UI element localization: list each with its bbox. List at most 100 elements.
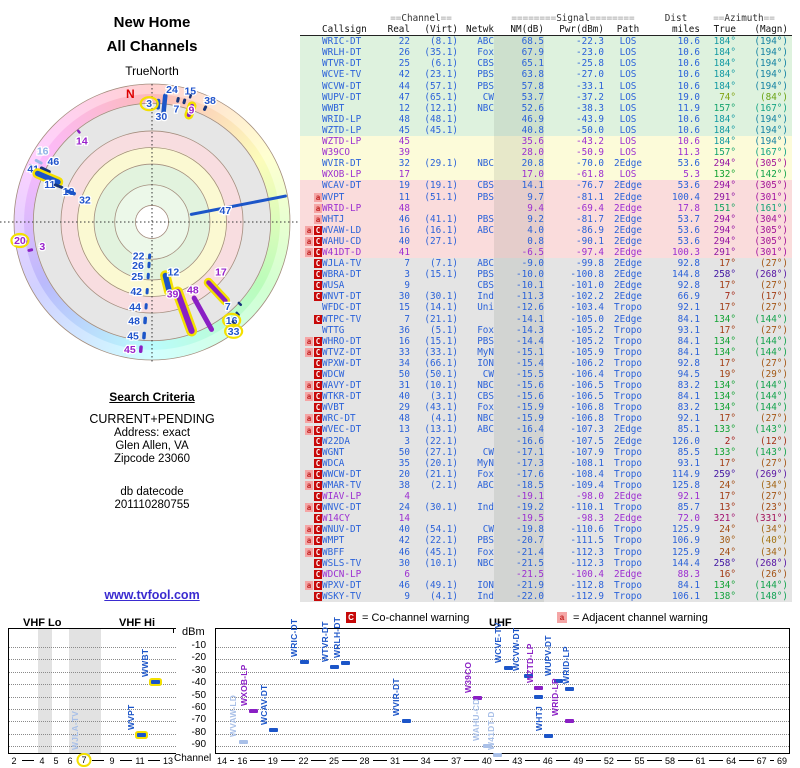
callsign: WBFF: [322, 546, 345, 558]
gridline: [9, 721, 176, 723]
table-row: a C WBFF 46 (45.1) Fox -21.4 -112.3 Tropo 125.9 24…: [300, 546, 792, 558]
channel-axis-label: Channel: [174, 753, 212, 764]
callsign: WRLH-DT: [322, 47, 362, 59]
co-channel-marker: C: [314, 225, 322, 235]
table-row: C WPXW-DT 34 (66.1) ION -15.4 -106.2 Tropo 92.8 1…: [300, 357, 792, 369]
co-channel-marker: C: [314, 270, 322, 280]
adjacent-channel-marker: a: [305, 225, 313, 235]
bar-callsign-label: WRID-LP: [561, 646, 572, 684]
callsign: WTVR-DT: [322, 58, 362, 70]
channel-tick-label: 4: [39, 756, 45, 766]
callsign: WFDC-DT: [322, 302, 362, 314]
adjacent-channel-marker: a: [305, 503, 313, 513]
table-row: WXOB-LP 17 17.0 -61.8 LOS 5.3 132° (142°): [300, 169, 792, 181]
callsign: WCVW-DT: [322, 80, 362, 92]
callsign: WPXV-DT: [322, 579, 362, 591]
gridline: [9, 671, 176, 673]
bracket-stub: [173, 628, 174, 633]
callsign: WNVC-DT: [322, 502, 362, 514]
search-criteria-heading: Search Criteria: [109, 390, 195, 404]
channel-tick-label: 2: [11, 756, 17, 766]
co-channel-marker: C: [314, 458, 322, 468]
table-row: a C WTVZ-DT 33 (33.1) MyN -15.1 -105.9 Tropo 84.1…: [300, 346, 792, 358]
adjacent-channel-marker: a: [305, 336, 313, 346]
table-row: W39CO 39 28.0 -50.9 LOS 11.3 157° (167°): [300, 147, 792, 159]
adjacent-channel-marker: a: [305, 580, 313, 590]
channel-tick-label: 5: [53, 756, 59, 766]
callsign: WRIC-DT: [322, 36, 362, 48]
radar-center: [135, 205, 169, 239]
callsign: WDCW: [322, 369, 345, 380]
callsign: WPXW-DT: [322, 357, 362, 369]
co-channel-marker: C: [314, 259, 322, 269]
signal-bar: [299, 660, 309, 665]
callsign: WRC-DT: [322, 413, 356, 425]
callsign: WNUV-DT: [322, 524, 362, 536]
axis-dash: [586, 760, 601, 761]
channel-tick-label: 37: [451, 756, 462, 766]
table-row: C WSLS-TV 30 (10.1) NBC -21.5 -112.3 Tropo 144.4…: [300, 557, 792, 569]
signal-bar: [564, 686, 574, 691]
bar-callsign-label: WAHU-CD: [470, 698, 481, 742]
table-row: C WIAV-LP 4 -19.1 -98.0 2Edge 92.1 17° (27°): [300, 491, 792, 503]
bar-callsign-label: W39CO: [462, 661, 473, 693]
channel-tick-label: 6: [67, 756, 73, 766]
callsign: WVEC-DT: [322, 424, 362, 436]
channel-tick-label: 11: [135, 756, 145, 766]
page-title: New Home: [113, 14, 191, 31]
bar-callsign-label: WUPV-DT: [542, 635, 553, 676]
table-row: C WNVT-DT 30 (30.1) Ind -11.3 -102.2 2Edge 66.9 7…: [300, 291, 792, 303]
co-channel-marker: C: [314, 480, 322, 490]
adjacent-channel-marker: a: [305, 536, 313, 546]
table-row: a C W41DT-D 41 -6.5 -97.4 2Edge 100.3 291° (301°): [300, 246, 792, 259]
adjacent-channel-marker: a: [305, 236, 313, 246]
axis-dash: [372, 760, 388, 761]
radar-plot: [14, 84, 290, 360]
tvfool-link[interactable]: www.tvfool.com: [2, 588, 302, 602]
callsign: WAVY-DT: [322, 380, 362, 392]
co-channel-marker: C: [314, 514, 322, 524]
signal-bar: [534, 686, 544, 691]
axis-dash: [403, 760, 418, 761]
channel-tick-label: 67: [756, 756, 767, 766]
callsign: WSLS-TV: [322, 557, 362, 569]
band-charts: C = Co-channel warning a = Adjacent chan…: [0, 610, 800, 768]
table-row: WTVR-DT 25 (6.1) CBS 65.1 -25.8 LOS 10.6 184° (19…: [300, 58, 792, 70]
table-row: WZTD-LP 45 35.6 -43.2 LOS 10.6 184° (194°): [300, 136, 792, 148]
uhf-chart-panel: WVAW-LD WXOB-LP WCAV-DT WRIC-DT WTVR-DT WRLH-…: [215, 617, 790, 757]
table-row: a C WTKR-DT 40 (3.1) CBS -15.6 -106.5 Tropo 84.1 1…: [300, 391, 792, 403]
co-channel-marker: C: [314, 503, 322, 513]
bar-callsign-label: WZTD-LP: [524, 643, 535, 684]
db-datecode-label: db datecode: [120, 486, 184, 498]
co-channel-marker: C: [314, 414, 322, 424]
table-row: a C WPXV-DT 46 (49.1) ION -21.9 -112.8 Tropo 84.1…: [300, 579, 792, 591]
channel-tick-label: 22: [298, 756, 309, 766]
dbm-tick-label: -70: [191, 714, 206, 726]
bar-callsign-label: WVPT: [126, 704, 136, 730]
adjacent-channel-marker: a: [305, 248, 313, 258]
callsign: WWBT: [322, 102, 345, 114]
table-row: a C WAVY-DT 31 (10.1) NBC -15.6 -106.5 Tropo 83.2…: [300, 380, 792, 392]
co-channel-marker: C: [314, 425, 322, 435]
callsign: WHTJ: [322, 213, 345, 225]
gridline: [216, 746, 789, 747]
db-datecode-value: 201110280755: [114, 499, 190, 511]
callsign: WXOB-LP: [322, 169, 362, 181]
dbm-tick-label: -90: [191, 739, 206, 750]
signal-bar: [330, 664, 340, 669]
channel-tick-label: 55: [634, 756, 645, 766]
bar-callsign-label: WCAV-DT: [258, 684, 269, 725]
bar-callsign-label: WTVR-DT: [319, 620, 330, 662]
co-channel-marker: C: [314, 536, 322, 546]
dbm-tick-label: -40: [191, 677, 206, 689]
signal-bar: [340, 661, 350, 666]
callsign: WTVZ-DT: [322, 346, 362, 358]
axis-dash: [92, 760, 104, 761]
signal-bar: [136, 732, 146, 737]
axis-dash: [148, 760, 160, 761]
table-row: a C WVEC-DT 13 (13.1) ABC -16.4 -107.3 2Edge 85.1…: [300, 424, 792, 436]
co-channel-marker: C: [314, 525, 322, 535]
callsign: WCAV-DT: [322, 180, 362, 192]
axis-dash: [464, 760, 479, 761]
table-row: WVIR-DT 32 (29.1) NBC 20.8 -70.0 2Edge 53.6 294°…: [300, 158, 792, 170]
